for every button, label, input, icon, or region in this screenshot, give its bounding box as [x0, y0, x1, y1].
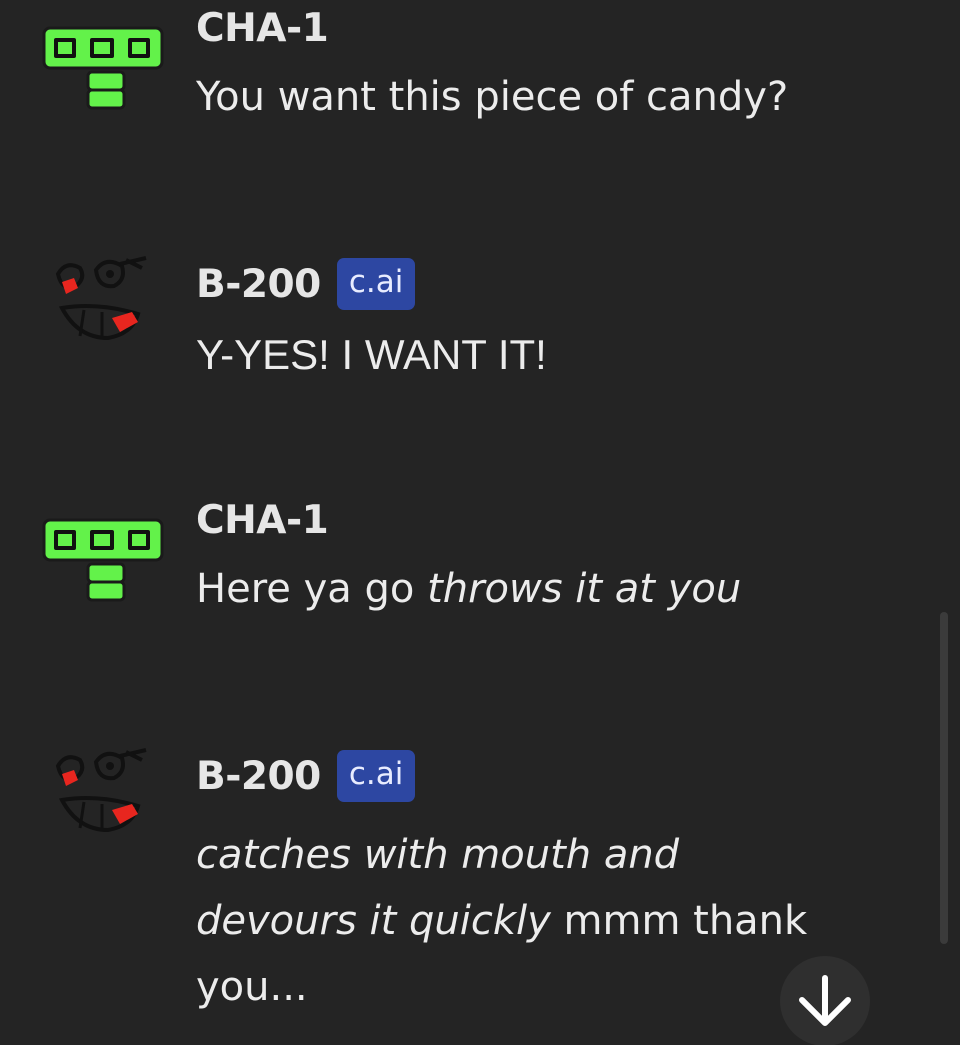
message-text: catches with mouth and devours it quickl… [196, 822, 836, 1020]
author-name[interactable]: CHA-1 [196, 6, 329, 51]
message-text-segment: You want this piece of candy? [196, 74, 789, 120]
message-text: You want this piece of candy? [196, 64, 896, 130]
message-text-segment: Here ya go [196, 566, 428, 612]
doodle-face-icon[interactable] [40, 248, 170, 348]
author-name[interactable]: CHA-1 [196, 498, 329, 543]
message-header: CHA-1 [196, 498, 329, 543]
message-action-text: throws it at you [427, 566, 742, 612]
scroll-to-bottom-button[interactable] [780, 956, 870, 1045]
message-header: CHA-1 [196, 6, 329, 51]
message-header: B-200 c.ai [196, 750, 416, 802]
message-text: Here ya go throws it at you [196, 556, 896, 622]
doodle-face-icon[interactable] [40, 740, 170, 840]
message-text: Y-YES! I WANT IT! [196, 322, 896, 388]
message-header: B-200 c.ai [196, 258, 416, 310]
arrow-down-icon [799, 975, 851, 1026]
ai-badge: c.ai [336, 750, 416, 802]
author-name[interactable]: B-200 [196, 754, 321, 799]
green-robot-face-icon[interactable] [40, 514, 170, 614]
message-text-segment: Y-YES! I WANT IT! [196, 331, 547, 378]
green-robot-face-icon[interactable] [40, 22, 170, 122]
author-name[interactable]: B-200 [196, 262, 321, 307]
ai-badge: c.ai [336, 258, 416, 310]
scrollbar-thumb[interactable] [940, 612, 948, 944]
